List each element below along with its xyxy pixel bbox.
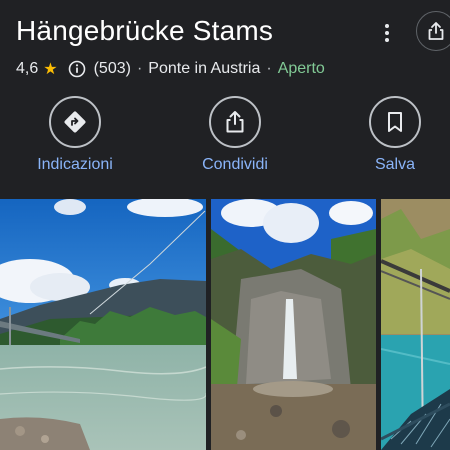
- separator: ·: [136, 60, 143, 77]
- directions-icon: [64, 111, 86, 133]
- photo-waterfall[interactable]: [211, 199, 376, 450]
- open-status: Aperto: [277, 60, 325, 77]
- place-category: Ponte in Austria: [148, 60, 261, 77]
- directions-circle[interactable]: [49, 96, 101, 148]
- info-icon[interactable]: [68, 60, 86, 78]
- action-bar: Indicazioni Condividi Salva: [0, 96, 450, 186]
- save-button[interactable]: Salva: [335, 96, 450, 174]
- place-meta: 4,6 ★ (503) · Ponte in Austria · Aperto: [16, 58, 325, 80]
- separator: ·: [266, 60, 272, 77]
- photo-bridge[interactable]: [0, 199, 206, 450]
- bookmark-icon: [388, 112, 402, 132]
- photo-walkway-image: [381, 199, 450, 450]
- star-icon: ★: [43, 61, 58, 78]
- share-label[interactable]: Condividi: [202, 156, 268, 174]
- review-count[interactable]: (503): [94, 60, 131, 78]
- photo-carousel[interactable]: [0, 199, 450, 450]
- directions-button[interactable]: Indicazioni: [15, 96, 135, 174]
- photo-bridge-image: [0, 199, 206, 450]
- more-dot: [385, 38, 389, 42]
- share-circle[interactable]: [209, 96, 261, 148]
- share-icon: [428, 22, 444, 40]
- photo-walkway[interactable]: [381, 199, 450, 450]
- photo-waterfall-image: [211, 199, 376, 450]
- directions-label[interactable]: Indicazioni: [37, 156, 113, 174]
- more-options-button[interactable]: [376, 20, 398, 46]
- place-title: Hängebrücke Stams: [16, 15, 274, 46]
- more-dot: [385, 31, 389, 35]
- rating-value: 4,6: [16, 60, 39, 77]
- save-circle[interactable]: [369, 96, 421, 148]
- share-button[interactable]: Condividi: [175, 96, 295, 174]
- share-header-button[interactable]: [416, 11, 450, 51]
- save-label[interactable]: Salva: [375, 156, 415, 174]
- share-icon: [226, 111, 244, 133]
- more-dot: [385, 24, 389, 28]
- place-header: Hängebrücke Stams 4,6 ★ (503) · Ponte in…: [0, 0, 450, 200]
